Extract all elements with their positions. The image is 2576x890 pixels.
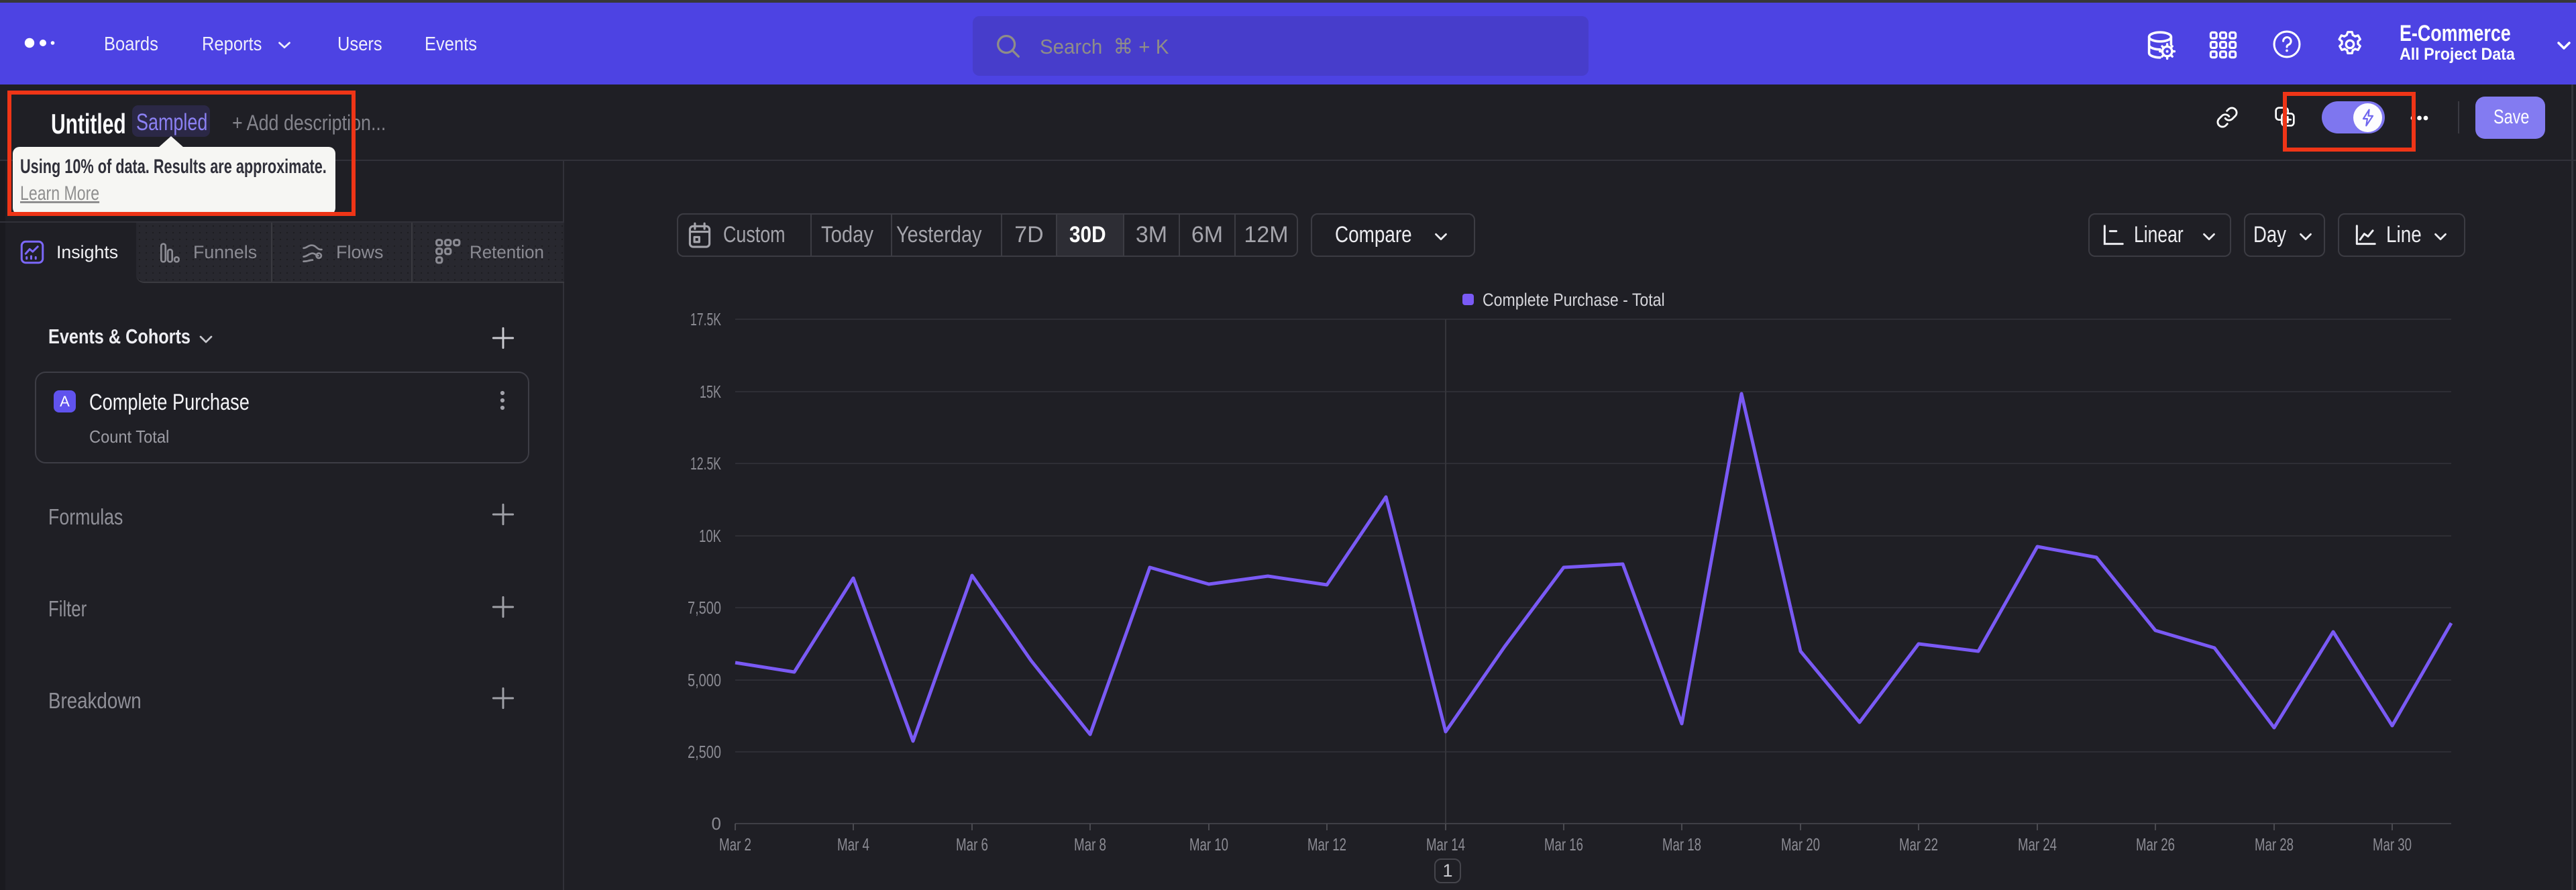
svg-text:Mar 24: Mar 24 bbox=[2018, 834, 2057, 854]
svg-text:5,000: 5,000 bbox=[688, 670, 721, 690]
svg-text:17.5K: 17.5K bbox=[690, 309, 721, 329]
svg-text:Mar 28: Mar 28 bbox=[2255, 834, 2294, 854]
svg-text:Mar 26: Mar 26 bbox=[2136, 834, 2175, 854]
svg-text:Mar 16: Mar 16 bbox=[1544, 834, 1583, 854]
svg-text:Mar 2: Mar 2 bbox=[719, 834, 751, 854]
svg-text:Mar 12: Mar 12 bbox=[1307, 834, 1346, 854]
svg-text:10K: 10K bbox=[699, 526, 721, 546]
svg-text:7,500: 7,500 bbox=[688, 598, 721, 618]
svg-text:Mar 8: Mar 8 bbox=[1074, 834, 1106, 854]
svg-text:Mar 14: Mar 14 bbox=[1426, 834, 1465, 854]
svg-text:Mar 4: Mar 4 bbox=[837, 834, 869, 854]
svg-text:Mar 18: Mar 18 bbox=[1662, 834, 1701, 854]
svg-text:0: 0 bbox=[712, 814, 721, 834]
svg-text:Mar 20: Mar 20 bbox=[1781, 834, 1820, 854]
svg-text:15K: 15K bbox=[700, 382, 721, 402]
svg-text:Mar 10: Mar 10 bbox=[1189, 834, 1228, 854]
svg-text:Mar 30: Mar 30 bbox=[2373, 834, 2412, 854]
svg-text:12.5K: 12.5K bbox=[690, 453, 721, 474]
svg-text:Mar 6: Mar 6 bbox=[956, 834, 988, 854]
svg-text:2,500: 2,500 bbox=[688, 742, 721, 762]
svg-text:Mar 22: Mar 22 bbox=[1899, 834, 1938, 854]
